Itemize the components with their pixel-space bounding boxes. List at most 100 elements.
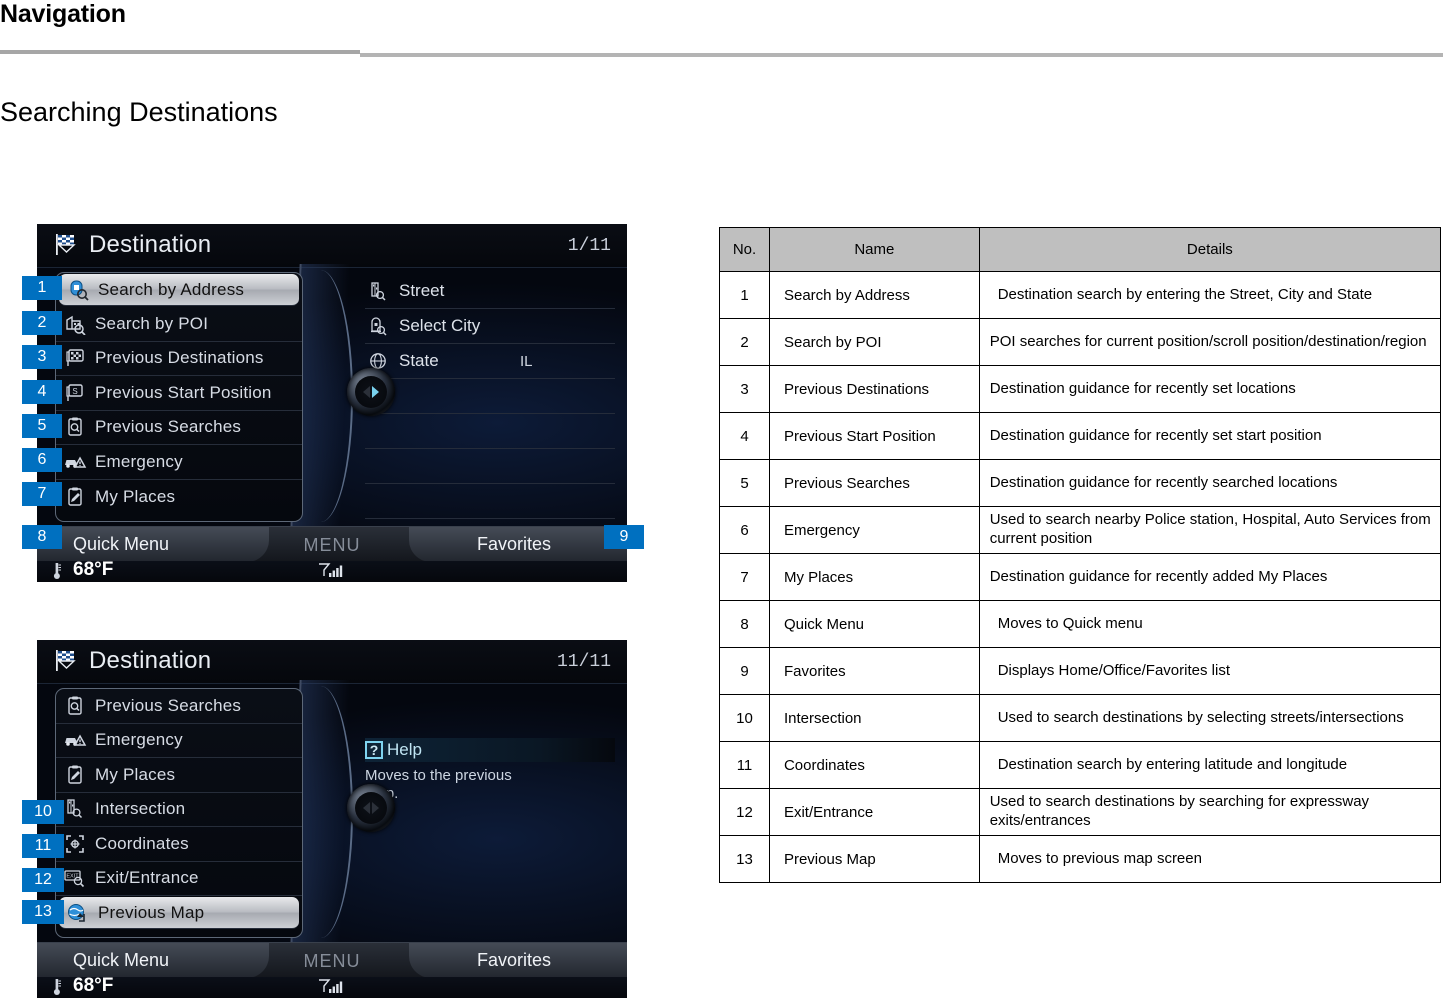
exit-entrance-icon: EXIT <box>62 866 88 890</box>
intersection-icon <box>62 797 88 821</box>
callout-badge-1: 1 <box>22 276 62 300</box>
menu-item-label: Previous Start Position <box>95 382 272 402</box>
joystick-control[interactable] <box>347 368 395 416</box>
address-search-icon <box>65 278 91 302</box>
menu-item-search-by-poi[interactable]: Search by POI <box>56 307 302 342</box>
my-places-icon <box>62 485 88 509</box>
address-detail-panel: Street Select City State IL <box>365 274 615 520</box>
destination-menu-list: Previous Searches Emergency My Places In… <box>55 688 303 938</box>
cell-details: Displays Home/Office/Favorites list <box>978 647 1442 695</box>
cell-no: 9 <box>719 647 770 695</box>
nav-body: Previous Searches Emergency My Places In… <box>37 680 627 946</box>
menu-item-my-places[interactable]: My Places <box>56 480 302 515</box>
cell-no: 4 <box>719 412 770 460</box>
section-title: Searching Destinations <box>0 97 278 127</box>
menu-item-previous-searches[interactable]: Previous Searches <box>56 411 302 445</box>
cell-no: 13 <box>719 835 770 883</box>
my-places-icon <box>62 763 88 787</box>
table-row: 12 Exit/Entrance Used to search destinat… <box>719 788 1442 836</box>
tab-favorites[interactable]: Favorites <box>409 527 627 562</box>
detail-row-street[interactable]: Street <box>365 274 615 309</box>
checkered-flag-icon <box>53 233 79 257</box>
detail-row-empty-2 <box>365 414 615 449</box>
cell-no: 11 <box>719 741 770 789</box>
temperature-value: 68°F <box>73 975 114 996</box>
joystick-control[interactable] <box>347 784 395 832</box>
menu-item-coordinates[interactable]: Coordinates <box>56 827 302 862</box>
cell-no: 2 <box>719 318 770 366</box>
cell-no: 6 <box>719 506 770 554</box>
table-row: 10 Intersection Used to search destinati… <box>719 694 1442 742</box>
previous-destinations-icon <box>62 346 88 370</box>
tab-quick-menu[interactable]: Quick Menu <box>37 943 269 978</box>
tab-favorites[interactable]: Favorites <box>409 943 627 978</box>
destination-menu-list: Search by Address Search by POI Previous… <box>55 272 303 522</box>
cell-name: Previous Start Position <box>768 412 980 460</box>
menu-item-label: Previous Searches <box>95 417 242 437</box>
nav-screen-title: Destination <box>89 647 212 674</box>
cell-name: Previous Searches <box>768 459 980 507</box>
menu-item-label: Search by POI <box>95 313 209 333</box>
menu-item-label: Emergency <box>95 730 183 750</box>
menu-item-label: Previous Searches <box>95 695 242 715</box>
reference-table: No. Name Details 1 Search by Address Des… <box>719 227 1442 883</box>
page-title: Navigation <box>0 0 126 28</box>
thermometer-icon <box>51 561 63 581</box>
cell-details: Destination search by entering latitude … <box>978 741 1442 789</box>
tab-menu-label[interactable]: MENU <box>304 535 361 556</box>
svg-text:EXIT: EXIT <box>66 874 79 880</box>
menu-item-label: Previous Destinations <box>95 348 264 368</box>
menu-item-label: My Places <box>95 764 176 784</box>
checkered-flag-icon <box>53 649 79 673</box>
joystick-arrows-icon <box>355 792 387 824</box>
menu-item-search-by-address[interactable]: Search by Address <box>59 274 299 306</box>
temperature-value: 68°F <box>73 559 114 580</box>
menu-item-emergency[interactable]: Emergency <box>56 445 302 480</box>
help-header: ? Help <box>365 738 615 762</box>
previous-searches-icon <box>62 694 88 718</box>
street-search-icon <box>365 280 391 302</box>
signal-bars-icon <box>317 978 347 996</box>
menu-item-previous-searches[interactable]: Previous Searches <box>56 689 302 724</box>
cell-no: 5 <box>719 459 770 507</box>
nav-status-bar: 68°F <box>37 975 627 998</box>
poi-search-icon <box>62 312 88 336</box>
city-search-icon <box>365 315 391 337</box>
coordinates-icon <box>62 832 88 856</box>
tab-quick-menu-label: Quick Menu <box>73 534 170 554</box>
detail-row-empty-3 <box>365 449 615 484</box>
cell-name: Favorites <box>768 647 980 695</box>
cell-no: 12 <box>719 788 770 836</box>
page-header: Navigation <box>0 0 1443 60</box>
menu-item-label: Coordinates <box>95 833 189 853</box>
cell-details: Destination guidance for recently search… <box>978 459 1442 507</box>
cell-no: 10 <box>719 694 770 742</box>
nav-screen-destination-page1: Destination 1/11 Search by Address Searc… <box>37 224 627 582</box>
menu-item-previous-start-position[interactable]: S Previous Start Position <box>56 376 302 411</box>
cell-details: Destination search by entering the Stree… <box>978 271 1442 319</box>
menu-item-previous-destinations[interactable]: Previous Destinations <box>56 342 302 376</box>
detail-row-state[interactable]: State IL <box>365 344 615 379</box>
callout-badge-3: 3 <box>22 345 62 369</box>
menu-item-exit-entrance[interactable]: EXIT Exit/Entrance <box>56 862 302 896</box>
table-row: 3 Previous Destinations Destination guid… <box>719 365 1442 413</box>
cell-name: Previous Map <box>768 835 980 883</box>
menu-item-intersection[interactable]: Intersection <box>56 793 302 827</box>
help-question-icon: ? <box>365 741 383 759</box>
menu-item-emergency[interactable]: Emergency <box>56 724 302 758</box>
cell-no: 3 <box>719 365 770 413</box>
callout-badge-6: 6 <box>22 448 62 472</box>
table-row: 9 Favorites Displays Home/Office/Favorit… <box>719 647 1442 695</box>
detail-row-select-city[interactable]: Select City <box>365 309 615 344</box>
previous-start-position-icon: S <box>62 381 88 405</box>
tab-menu-label[interactable]: MENU <box>304 951 361 972</box>
menu-item-my-places[interactable]: My Places <box>56 758 302 793</box>
cell-name: Exit/Entrance <box>768 788 980 836</box>
tab-quick-menu[interactable]: Quick Menu <box>37 527 269 562</box>
detail-row-label: Street <box>399 281 445 300</box>
cell-details: Destination guidance for recently set lo… <box>978 365 1442 413</box>
menu-item-previous-map[interactable]: Previous Map <box>59 897 299 929</box>
page-indicator: 1/11 <box>567 236 611 256</box>
detail-row-empty-4 <box>365 484 615 519</box>
cell-details: Destination guidance for recently set st… <box>978 412 1442 460</box>
